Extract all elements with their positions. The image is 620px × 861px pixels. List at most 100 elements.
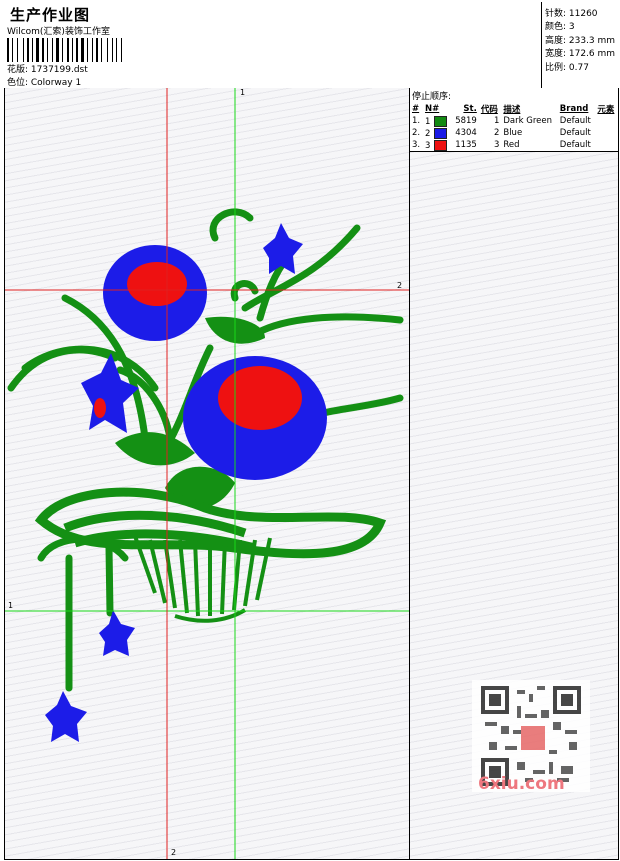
stop-description: Blue	[503, 128, 523, 138]
guide-label-green-top: 1	[240, 88, 246, 97]
stop-n-cell: 1	[423, 115, 451, 127]
barcode-bar	[123, 38, 124, 62]
barcode-bar	[36, 38, 39, 62]
barcode-bar	[121, 38, 122, 62]
stop-code: 3	[493, 140, 500, 150]
sheet-title: 生产作业图	[10, 6, 91, 24]
guide-label-red-right: 2	[397, 281, 403, 290]
color-swatch	[434, 139, 448, 151]
barcode-bar	[70, 38, 71, 62]
stop-code: 2	[493, 128, 500, 138]
guide-label-green-left: 1	[8, 601, 14, 610]
barcode-bar	[85, 38, 86, 62]
stop-row: 1. 1 5819 1 Dark Green Default	[410, 115, 618, 127]
barcode-bar	[56, 38, 59, 62]
stop-description: Dark Green	[503, 116, 552, 126]
stop-n: 1	[425, 116, 431, 127]
barcode-bar	[81, 38, 84, 62]
barcode-bar	[114, 38, 115, 62]
barcode-bar	[30, 38, 31, 62]
stop-n: 2	[425, 128, 431, 139]
barcode-bar	[74, 38, 75, 62]
barcode-bar	[112, 38, 113, 62]
col-code: 代码	[480, 105, 498, 115]
barcode-bar	[99, 38, 100, 62]
barcode	[7, 38, 141, 62]
col-index: #	[412, 104, 420, 114]
barcode-bar	[79, 38, 80, 62]
barcode-bar	[103, 38, 106, 62]
barcode-bar	[12, 38, 13, 62]
barcode-bar	[60, 38, 61, 62]
embroidery-design	[5, 88, 409, 859]
barcode-bar	[47, 38, 48, 62]
col-brand: Brand	[559, 104, 589, 114]
stop-description: Red	[503, 140, 520, 150]
color-swatch	[434, 115, 448, 127]
barcode-bar	[49, 38, 51, 62]
stop-element	[595, 139, 618, 151]
stop-sequence-title: 停止顺序:	[412, 92, 452, 102]
barcode-bar	[116, 38, 117, 62]
barcode-bar	[14, 38, 16, 62]
barcode-bar	[96, 38, 98, 62]
stop-sequence-panel: 停止顺序: # N# St. 代码 描述 Brand 元素 1. 1 5819 1 Da…	[409, 88, 619, 860]
color-count: 颜色: 3	[545, 22, 575, 32]
barcode-bar	[54, 38, 55, 62]
barcode-bar	[34, 38, 35, 62]
stats-box: 针数: 11260 颜色: 3 高度: 233.3 mm 宽度: 172.6 m…	[541, 2, 619, 88]
stop-index: 2.	[412, 128, 421, 138]
barcode-bar	[62, 38, 63, 62]
stop-n-cell: 2	[423, 127, 451, 139]
barcode-bar	[72, 38, 73, 62]
barcode-bar	[87, 38, 88, 62]
stop-brand: Default	[559, 128, 591, 138]
stitch-count: 针数: 11260	[545, 9, 598, 19]
stop-code: 1	[493, 116, 500, 126]
col-element: 元素	[597, 105, 615, 115]
col-n: N#	[425, 104, 440, 114]
barcode-bar	[92, 38, 93, 62]
color-swatch	[434, 127, 448, 139]
barcode-bar	[17, 38, 18, 62]
qr-code-icon	[481, 686, 581, 786]
barcode-bar	[89, 38, 91, 62]
barcode-bar	[67, 38, 69, 62]
barcode-bar	[10, 38, 11, 62]
barcode-bar	[40, 38, 41, 62]
barcode-bar	[25, 38, 26, 62]
barcode-bar	[118, 38, 120, 62]
stop-stitches: 1135	[455, 140, 477, 150]
stop-row: 2. 2 4304 2 Blue Default	[410, 127, 618, 139]
stop-row: 3. 3 1135 3 Red Default	[410, 139, 618, 151]
stop-table-header: # N# St. 代码 描述 Brand 元素	[410, 103, 618, 115]
stop-index: 3.	[412, 140, 421, 150]
stop-index: 1.	[412, 116, 421, 126]
stop-stitches: 5819	[455, 116, 477, 126]
stop-n: 3	[425, 140, 431, 151]
design-width: 宽度: 172.6 mm	[545, 49, 616, 59]
production-sheet: 生产作业图 Wilcom(汇索)装饰工作室 花版: 1737199.dst 色位…	[0, 0, 619, 860]
barcode-bar	[7, 38, 9, 62]
guide-label-red-bottom: 2	[171, 848, 177, 857]
stop-sequence-table: # N# St. 代码 描述 Brand 元素 1. 1 5819 1 Dark Gre…	[410, 103, 618, 151]
stop-brand: Default	[559, 140, 591, 150]
header-info-box: 生产作业图 Wilcom(汇索)装饰工作室 花版: 1737199.dst 色位…	[4, 2, 542, 88]
stop-element	[595, 115, 618, 127]
barcode-bar	[107, 38, 108, 62]
stop-stitches: 4304	[455, 128, 477, 138]
barcode-bar	[45, 38, 46, 62]
col-description: 描述	[503, 105, 521, 115]
stop-brand: Default	[559, 116, 591, 126]
barcode-bar	[52, 38, 53, 62]
barcode-bar	[23, 38, 24, 62]
barcode-bar	[94, 38, 95, 62]
barcode-bar	[19, 38, 22, 62]
barcode-bar	[42, 38, 44, 62]
stop-n-cell: 3	[423, 139, 451, 151]
colorway: 色位: Colorway 1	[7, 78, 82, 88]
barcode-bar	[109, 38, 111, 62]
design-canvas: 1 1 2 2	[4, 88, 410, 860]
site-watermark: 6xiu.com	[478, 774, 565, 794]
design-file: 花版: 1737199.dst	[7, 65, 88, 75]
